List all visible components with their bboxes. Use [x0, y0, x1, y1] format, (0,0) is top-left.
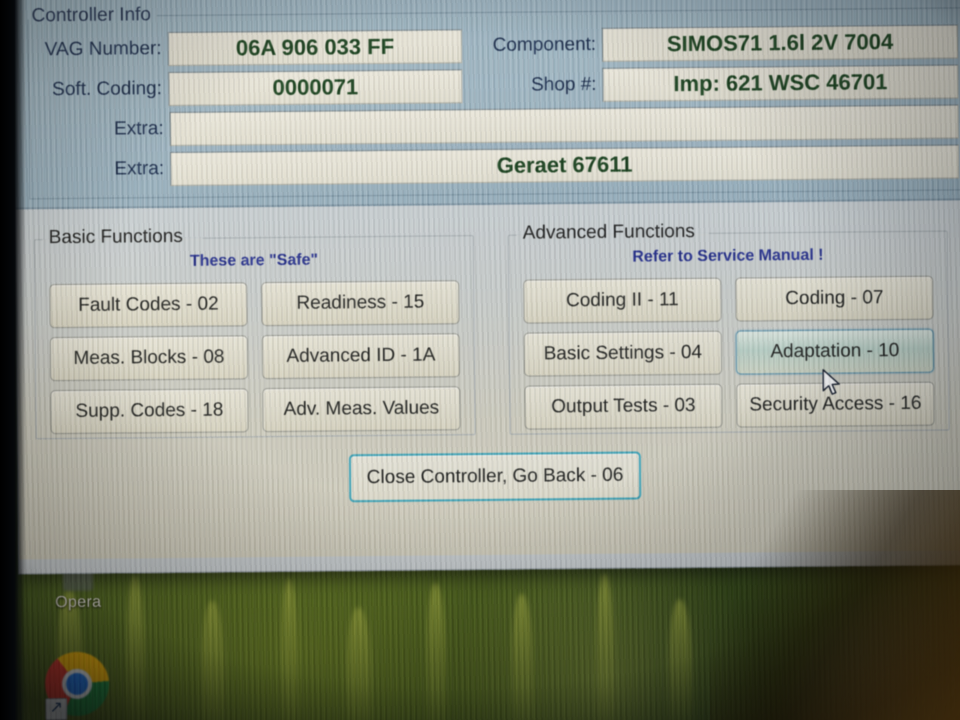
button-close-controller-go-back[interactable]: Close Controller, Go Back - 06: [348, 451, 642, 503]
button-meas-blocks[interactable]: Meas. Blocks - 08: [49, 335, 249, 382]
advanced-functions-legend: Advanced Functions: [522, 220, 695, 244]
button-readiness[interactable]: Readiness - 15: [261, 280, 460, 327]
controller-info-row-3: Extra:: [25, 104, 959, 147]
button-adaptation[interactable]: Adaptation - 10: [735, 328, 935, 375]
button-basic-settings[interactable]: Basic Settings - 04: [523, 330, 723, 377]
desktop-icon-google-chrome[interactable]: ↗: [44, 651, 116, 720]
vag-number-label: VAG Number:: [44, 38, 162, 61]
soft-coding-label: Soft. Coding:: [52, 78, 163, 101]
monitor-photo: Opera ↗ Controller Info VAG Number: 06A …: [0, 0, 960, 720]
extra-2-field[interactable]: Geraet 67611: [169, 144, 960, 187]
shop-number-label: Shop #:: [530, 73, 597, 96]
extra-1-field[interactable]: [169, 104, 959, 147]
button-supp-codes[interactable]: Supp. Codes - 18: [50, 388, 249, 435]
controller-info-panel: Controller Info VAG Number: 06A 906 033 …: [13, 0, 960, 210]
button-fault-codes[interactable]: Fault Codes - 02: [49, 282, 248, 329]
component-field[interactable]: SIMOS71 1.6l 2V 7004: [601, 24, 959, 62]
controller-info-legend: Controller Info: [24, 4, 158, 27]
button-coding-ii[interactable]: Coding II - 11: [523, 277, 722, 324]
shortcut-arrow-icon: ↗: [45, 698, 68, 720]
desktop-icon-opera-label: Opera: [55, 593, 102, 612]
monitor-bezel-left: [0, 0, 26, 720]
basic-functions-legend: Basic Functions: [48, 225, 183, 249]
button-security-access[interactable]: Security Access - 16: [736, 381, 935, 428]
advanced-functions-button-grid: Coding II - 11 Coding - 07 Basic Setting…: [523, 275, 935, 430]
basic-functions-note: These are "Safe": [189, 251, 319, 270]
button-output-tests[interactable]: Output Tests - 03: [524, 383, 723, 430]
advanced-functions-note: Refer to Service Manual !: [632, 246, 824, 266]
button-advanced-id[interactable]: Advanced ID - 1A: [261, 333, 461, 380]
basic-functions-group: Basic Functions These are "Safe" Fault C…: [33, 226, 476, 440]
monitor-bezel-bottom-right: [710, 490, 960, 720]
button-coding[interactable]: Coding - 07: [735, 275, 934, 322]
button-adv-meas-values[interactable]: Adv. Meas. Values: [262, 386, 461, 433]
controller-info-row-4: Extra: Geraet 67611: [25, 144, 960, 187]
controller-info-row-2: Soft. Coding: 0000071 Shop #: Imp: 621 W…: [24, 64, 959, 107]
shop-number-field[interactable]: Imp: 621 WSC 46701: [602, 64, 959, 102]
extra-2-label: Extra:: [114, 158, 165, 180]
vcds-window: Controller Info VAG Number: 06A 906 033 …: [12, 0, 960, 575]
vag-number-field[interactable]: 06A 906 033 FF: [167, 29, 463, 67]
controller-info-row-1: VAG Number: 06A 906 033 FF Component: SI…: [24, 24, 959, 67]
advanced-functions-group: Advanced Functions Refer to Service Manu…: [507, 221, 950, 435]
soft-coding-field[interactable]: 0000071: [167, 69, 463, 107]
extra-1-label: Extra:: [113, 118, 164, 140]
component-label: Component:: [492, 33, 597, 56]
basic-functions-button-grid: Fault Codes - 02 Readiness - 15 Meas. Bl…: [49, 280, 461, 435]
